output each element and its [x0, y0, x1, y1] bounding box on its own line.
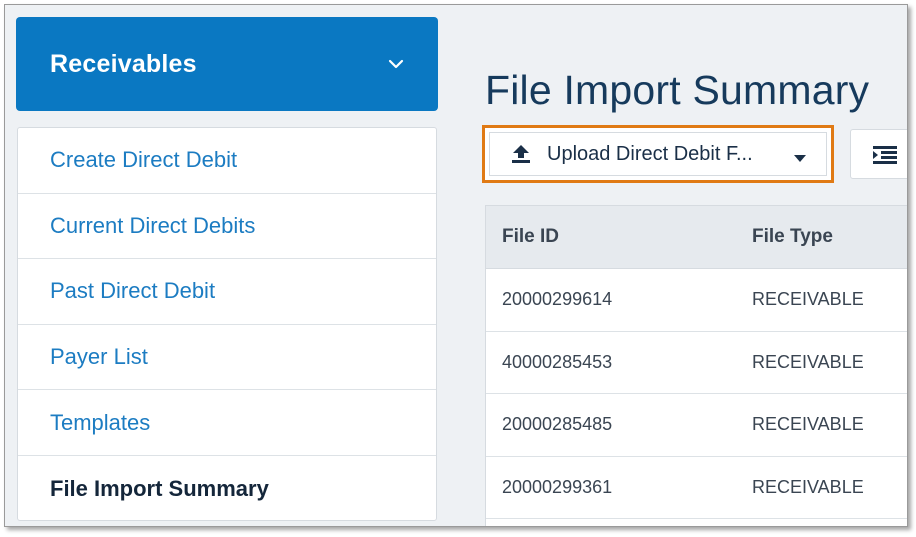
- upload-icon: [512, 145, 530, 163]
- table-row[interactable]: 40000285453 RECEIVABLE: [486, 332, 907, 395]
- list-indent-icon: [873, 146, 897, 164]
- table-row[interactable]: 20000285485 RECEIVABLE: [486, 394, 907, 457]
- table-header: File ID File Type: [486, 206, 907, 269]
- sidebar-item-templates[interactable]: Templates: [18, 390, 436, 456]
- sidebar-item-payer-list[interactable]: Payer List: [18, 325, 436, 391]
- app-window: Receivables Create Direct Debit Current …: [4, 4, 908, 527]
- cell-file-id: 20000299361: [502, 477, 613, 498]
- sidebar-item-create-direct-debit[interactable]: Create Direct Debit: [18, 128, 436, 194]
- sidebar-item-file-import-summary[interactable]: File Import Summary: [18, 456, 436, 520]
- cell-file-id: 40000285453: [502, 351, 613, 372]
- cell-file-id: 20000299614: [502, 289, 613, 310]
- caret-down-icon: [794, 155, 806, 162]
- column-header-file-type[interactable]: File Type: [752, 226, 833, 248]
- file-import-table: File ID File Type 20000299614 RECEIVABLE…: [485, 205, 907, 526]
- column-header-file-id[interactable]: File ID: [502, 226, 559, 248]
- cell-file-id: 20000285485: [502, 414, 613, 435]
- sidebar-header-receivables[interactable]: Receivables: [16, 17, 438, 111]
- sidebar-menu: Create Direct Debit Current Direct Debit…: [17, 127, 437, 521]
- chevron-down-icon: [388, 59, 404, 69]
- upload-button-inner: Upload Direct Debit F...: [489, 132, 827, 176]
- cell-file-type: RECEIVABLE: [752, 414, 864, 435]
- view-options-button[interactable]: [850, 129, 907, 179]
- upload-direct-debit-button[interactable]: Upload Direct Debit F...: [482, 125, 834, 183]
- cell-file-type: RECEIVABLE: [752, 351, 864, 372]
- sidebar-item-current-direct-debits[interactable]: Current Direct Debits: [18, 194, 436, 260]
- table-row[interactable]: 20000299614 RECEIVABLE: [486, 269, 907, 332]
- page-title: File Import Summary: [485, 67, 870, 113]
- upload-button-label: Upload Direct Debit F...: [547, 142, 753, 165]
- cell-file-type: RECEIVABLE: [752, 289, 864, 310]
- sidebar-item-past-direct-debit[interactable]: Past Direct Debit: [18, 259, 436, 325]
- table-row[interactable]: 20000299361 RECEIVABLE: [486, 457, 907, 520]
- sidebar-header-title: Receivables: [50, 49, 197, 78]
- cell-file-type: RECEIVABLE: [752, 477, 864, 498]
